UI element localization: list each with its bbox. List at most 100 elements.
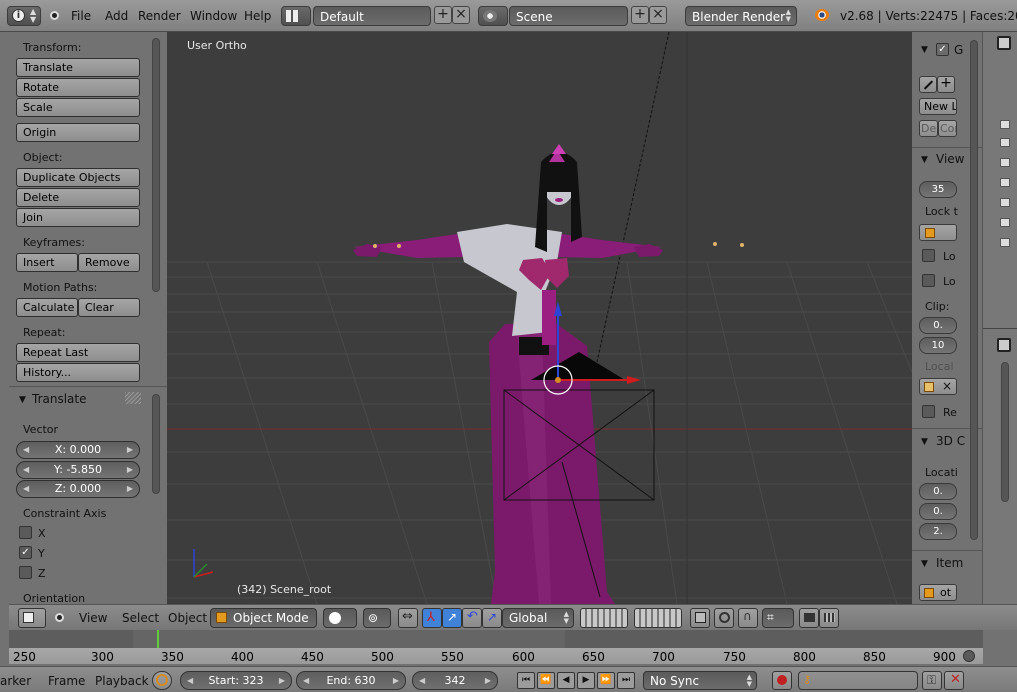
collapse-menu-icon[interactable] [55,613,64,622]
scroll-end-icon[interactable] [963,650,975,662]
current-frame-field[interactable]: ◀ 342 ▶ [412,671,498,690]
axis-x-checkbox[interactable] [19,526,32,539]
layout-name-field[interactable]: Default [313,6,431,26]
local-camera-field[interactable]: × [919,378,957,395]
tool-shelf-scrollbar[interactable] [152,38,160,292]
manipulator-toggle[interactable]: ⇔ [398,608,418,628]
axis-z-checkbox[interactable] [19,566,32,579]
transform-manipulator[interactable] [543,302,641,395]
lock-checkbox-1[interactable] [922,249,935,262]
play-button[interactable]: ▶ [577,672,595,689]
axis-y-checkbox[interactable]: ✓ [19,546,32,559]
outliner-icon[interactable] [997,36,1011,50]
timeline[interactable]: 250 300 350 400 450 500 550 600 650 700 … [9,630,983,664]
insert-keyframe-button[interactable]: Insert [16,253,78,272]
item-name-field[interactable]: ot [919,584,957,601]
properties-scrollbar[interactable] [970,40,978,540]
scene-browse-button[interactable] [478,6,508,26]
menu-playback[interactable]: Playback [95,674,149,688]
collapse-triangle-icon[interactable]: ▼ [921,559,928,569]
clear-button[interactable]: Clear [78,298,140,317]
vector-z-field[interactable]: ◀ Z: 0.000 ▶ [16,480,140,498]
increment-arrow-icon[interactable]: ▶ [127,442,133,458]
properties-editor-icon[interactable] [997,338,1011,352]
scale-manipulator-button[interactable]: ↗ [482,608,502,628]
end-frame-field[interactable]: ◀ End: 630 ▶ [296,671,406,690]
new-layer-button[interactable]: New La [919,98,957,115]
translate-manipulator-button[interactable]: ⅄ [422,608,442,628]
menu-select[interactable]: Select [122,611,159,625]
close-icon[interactable]: × [942,379,952,393]
grease-pencil-checkbox[interactable]: ✓ [936,43,949,56]
auto-keyframe-button[interactable] [772,671,792,690]
render-border-checkbox[interactable] [922,405,935,418]
menu-view[interactable]: View [79,611,107,625]
cursor-y-field[interactable]: 0. [919,503,957,520]
add-scene-button[interactable]: + [631,6,649,24]
menu-frame[interactable]: Frame [48,674,85,688]
lock-object-field[interactable] [919,224,957,241]
lock-checkbox-2[interactable] [922,274,935,287]
remove-layout-button[interactable]: × [452,6,470,24]
operator-scrollbar[interactable] [152,394,160,494]
start-frame-field[interactable]: ◀ Start: 323 ▶ [180,671,292,690]
clip-end-field[interactable]: 10 [919,337,957,354]
decrement-arrow-icon[interactable]: ◀ [303,672,309,689]
play-reverse-button[interactable]: ◀ [557,672,575,689]
drag-handle-icon[interactable] [125,392,141,404]
draw-pencil-button[interactable] [919,76,937,93]
decrement-arrow-icon[interactable]: ◀ [23,481,29,497]
increment-arrow-icon[interactable]: ▶ [127,462,133,478]
viewport-shading-select[interactable] [323,608,357,628]
layers-row-1[interactable] [580,608,628,628]
vector-y-field[interactable]: ◀ Y: -5.850 ▶ [16,461,140,479]
outliner-scrollbar[interactable] [1001,362,1009,502]
origin-button[interactable]: Origin [16,123,140,142]
increment-arrow-icon[interactable]: ▶ [393,672,399,689]
jump-end-button[interactable]: ⏭ [617,672,635,689]
pivot-point-select[interactable]: ⊚ [363,608,391,628]
menu-file[interactable]: File [71,9,91,23]
menu-render[interactable]: Render [138,9,181,23]
decrement-arrow-icon[interactable]: ◀ [419,672,425,689]
3d-viewport[interactable]: User Ortho (342) Scene_root [167,32,912,604]
scale-button[interactable]: Scale [16,98,140,117]
lens-field[interactable]: 35 [919,181,957,198]
proportional-edit-button[interactable] [714,608,734,628]
collapse-menu-icon[interactable] [50,11,59,20]
clip-start-field[interactable]: 0. [919,317,957,334]
snap-toggle-button[interactable]: ∩ [738,608,758,628]
collapse-triangle-icon[interactable]: ▼ [19,395,26,405]
remove-keyframe-button[interactable]: Remove [78,253,140,272]
delete-keyframe-button[interactable]: ✕ [944,671,964,690]
sync-mode-select[interactable]: No Sync ▲ ▼ [643,671,757,690]
render-animation-button[interactable] [819,608,839,628]
collapse-triangle-icon[interactable]: ▼ [921,155,928,165]
cursor-z-field[interactable]: 2. [919,523,957,540]
increment-arrow-icon[interactable]: ▶ [279,672,285,689]
menu-window[interactable]: Window [190,9,237,23]
mode-select[interactable]: Object Mode [210,608,317,628]
increment-arrow-icon[interactable]: ▶ [127,481,133,497]
scene-name-field[interactable]: Scene [509,6,628,26]
add-layout-button[interactable]: + [434,6,452,24]
cursor-x-field[interactable]: 0. [919,483,957,500]
remove-scene-button[interactable]: × [649,6,667,24]
render-engine-select[interactable]: Blender Render ▲ ▼ [685,6,797,26]
rotate-button[interactable]: Rotate [16,78,140,97]
jump-start-button[interactable]: ⏮ [517,672,535,689]
editor-type-button[interactable] [18,608,46,628]
increment-arrow-icon[interactable]: ▶ [485,672,491,689]
move-manipulator-button[interactable]: ↗ [442,608,462,628]
keying-set-field[interactable]: ⚷ [798,671,918,690]
vector-x-field[interactable]: ◀ X: 0.000 ▶ [16,441,140,459]
calculate-button[interactable]: Calculate [16,298,78,317]
join-button[interactable]: Join [16,208,140,227]
menu-object[interactable]: Object [168,611,207,625]
transform-orientation-select[interactable]: Global ▲ ▼ [502,608,574,628]
add-layer-button[interactable]: + [937,76,955,93]
repeat-last-button[interactable]: Repeat Last [16,343,140,362]
render-still-button[interactable] [799,608,819,628]
convert-layer-button[interactable]: Con [938,120,957,137]
snap-element-select[interactable]: ⌗ [762,608,794,628]
